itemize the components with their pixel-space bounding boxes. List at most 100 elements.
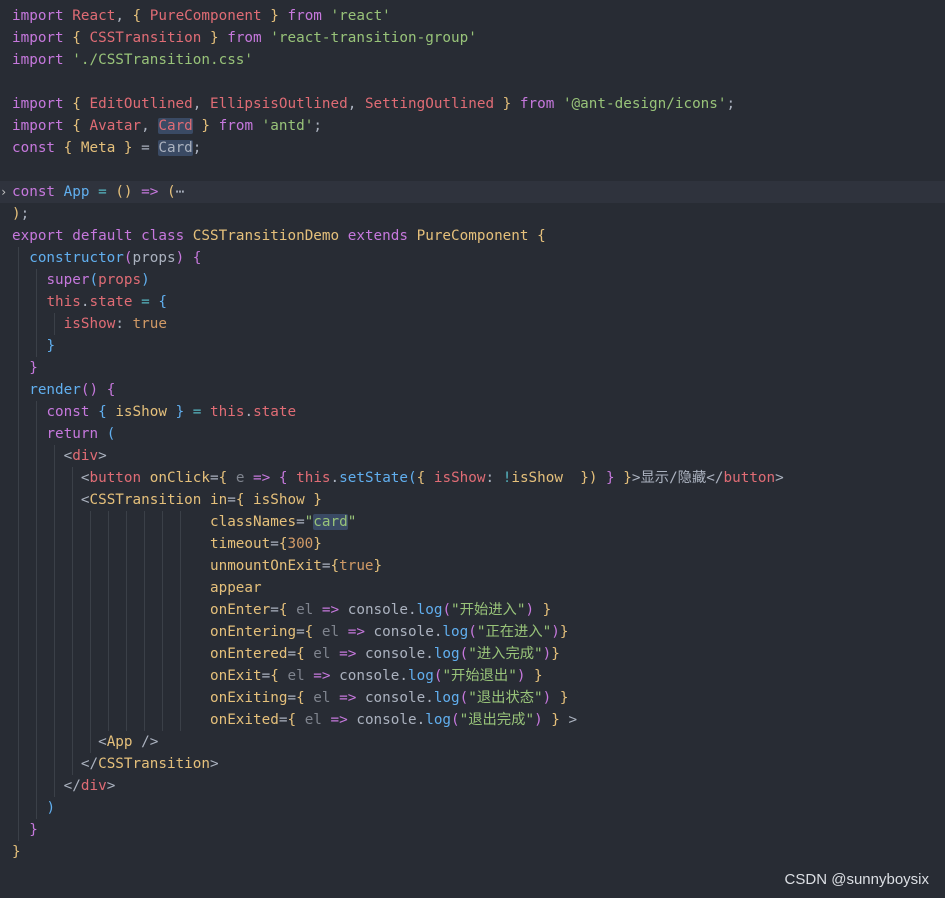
- code-line[interactable]: appear: [0, 577, 945, 599]
- code-token: <: [98, 734, 107, 750]
- code-line[interactable]: import { CSSTransition } from 'react-tra…: [0, 27, 945, 49]
- code-token: class: [141, 228, 193, 244]
- code-line[interactable]: <App />: [0, 731, 945, 753]
- code-token: el: [313, 690, 331, 706]
- chevron-right-icon[interactable]: ›: [0, 181, 9, 203]
- code-token: super: [46, 272, 90, 288]
- code-token: button: [723, 470, 776, 486]
- code-line[interactable]: onEnter={ el => console.log("开始进入") }: [0, 599, 945, 621]
- code-line[interactable]: isShow: true: [0, 313, 945, 335]
- code-line[interactable]: onExit={ el => console.log("开始退出") }: [0, 665, 945, 687]
- code-line[interactable]: ): [0, 797, 945, 819]
- code-token: =: [132, 294, 159, 310]
- code-line[interactable]: }: [0, 819, 945, 841]
- code-line[interactable]: super(props): [0, 269, 945, 291]
- code-token: }: [551, 690, 569, 706]
- code-token: {: [72, 30, 90, 46]
- code-token: EditOutlined: [89, 96, 193, 112]
- code-token: Meta: [80, 140, 116, 156]
- code-token: {: [63, 140, 81, 156]
- code-line[interactable]: onEntering={ el => console.log("正在进入")}: [0, 621, 945, 643]
- code-token: "进入完成": [468, 646, 543, 662]
- code-editor[interactable]: import React, { PureComponent } from 're…: [0, 5, 945, 865]
- code-token: true: [339, 558, 374, 574]
- code-line[interactable]: <button onClick={ e => { this.setState({…: [0, 467, 945, 489]
- code-token: "退出完成": [459, 712, 535, 728]
- code-token: 300: [287, 536, 314, 552]
- code-line[interactable]: }: [0, 357, 945, 379]
- code-token: export: [12, 228, 73, 244]
- code-line[interactable]: import { Avatar, Card } from 'antd';: [0, 115, 945, 137]
- code-line[interactable]: [0, 159, 945, 181]
- code-text: }: [12, 841, 21, 863]
- code-text: onExited={ el => console.log("退出完成") } >: [12, 709, 577, 731]
- code-token: {: [72, 96, 90, 112]
- code-line[interactable]: classNames="card": [0, 511, 945, 533]
- code-token: }: [551, 646, 560, 662]
- code-text: onExit={ el => console.log("开始退出") }: [12, 665, 543, 687]
- code-text: <button onClick={ e => { this.setState({…: [12, 467, 784, 489]
- code-line[interactable]: onExiting={ el => console.log("退出状态") }: [0, 687, 945, 709]
- code-token: {: [330, 558, 340, 574]
- code-line[interactable]: return (: [0, 423, 945, 445]
- code-line[interactable]: timeout={300}: [0, 533, 945, 555]
- code-token: ): [141, 272, 150, 288]
- code-token: import: [12, 8, 73, 24]
- code-line[interactable]: constructor(props) {: [0, 247, 945, 269]
- code-token: el: [313, 646, 331, 662]
- code-token: onEnter: [209, 602, 271, 618]
- code-token: (: [468, 624, 477, 640]
- code-token: {: [270, 668, 288, 684]
- code-token: ,: [141, 118, 159, 134]
- code-token: in: [210, 492, 228, 508]
- code-line[interactable]: <div>: [0, 445, 945, 467]
- code-text: </CSSTransition>: [12, 753, 219, 775]
- code-token: onExiting: [209, 690, 288, 706]
- code-token: "开始退出": [442, 668, 517, 684]
- code-line[interactable]: </div>: [0, 775, 945, 797]
- code-line[interactable]: export default class CSSTransitionDemo e…: [0, 225, 945, 247]
- code-text: import { EditOutlined, EllipsisOutlined,…: [12, 93, 735, 115]
- code-line[interactable]: [0, 71, 945, 93]
- code-line[interactable]: render() {: [0, 379, 945, 401]
- code-line[interactable]: );: [0, 203, 945, 225]
- code-line[interactable]: import { EditOutlined, EllipsisOutlined,…: [0, 93, 945, 115]
- code-line[interactable]: }: [0, 841, 945, 863]
- code-line[interactable]: import './CSSTransition.css': [0, 49, 945, 71]
- code-token: ;: [313, 118, 322, 134]
- code-token: ;: [20, 206, 30, 222]
- code-token: }: [373, 558, 383, 574]
- code-token: this: [296, 470, 331, 486]
- code-line[interactable]: onExited={ el => console.log("退出完成") } >: [0, 709, 945, 731]
- code-token: ,: [115, 8, 133, 24]
- code-text: super(props): [12, 269, 150, 291]
- code-token: el: [296, 602, 314, 618]
- code-token: ): [175, 250, 185, 266]
- code-token: }: [542, 712, 560, 728]
- code-line[interactable]: <CSSTransition in={ isShow }: [0, 489, 945, 511]
- code-line[interactable]: }: [0, 335, 945, 357]
- code-line[interactable]: onEntered={ el => console.log("进入完成")}: [0, 643, 945, 665]
- code-line[interactable]: import React, { PureComponent } from 're…: [0, 5, 945, 27]
- code-line[interactable]: this.state = {: [0, 291, 945, 313]
- code-token: =: [270, 602, 279, 618]
- code-line[interactable]: › const App = () => (⋯: [0, 181, 945, 203]
- code-line[interactable]: const { Meta } = Card;: [0, 137, 945, 159]
- code-line[interactable]: const { isShow } = this.state: [0, 401, 945, 423]
- code-token: {: [192, 250, 202, 266]
- code-token: =: [227, 492, 236, 508]
- code-line[interactable]: unmountOnExit={true}: [0, 555, 945, 577]
- code-line[interactable]: </CSSTransition>: [0, 753, 945, 775]
- code-token: }: [192, 118, 211, 134]
- code-token: console: [339, 668, 400, 684]
- code-token: }: [614, 470, 632, 486]
- code-token: Avatar: [89, 118, 142, 134]
